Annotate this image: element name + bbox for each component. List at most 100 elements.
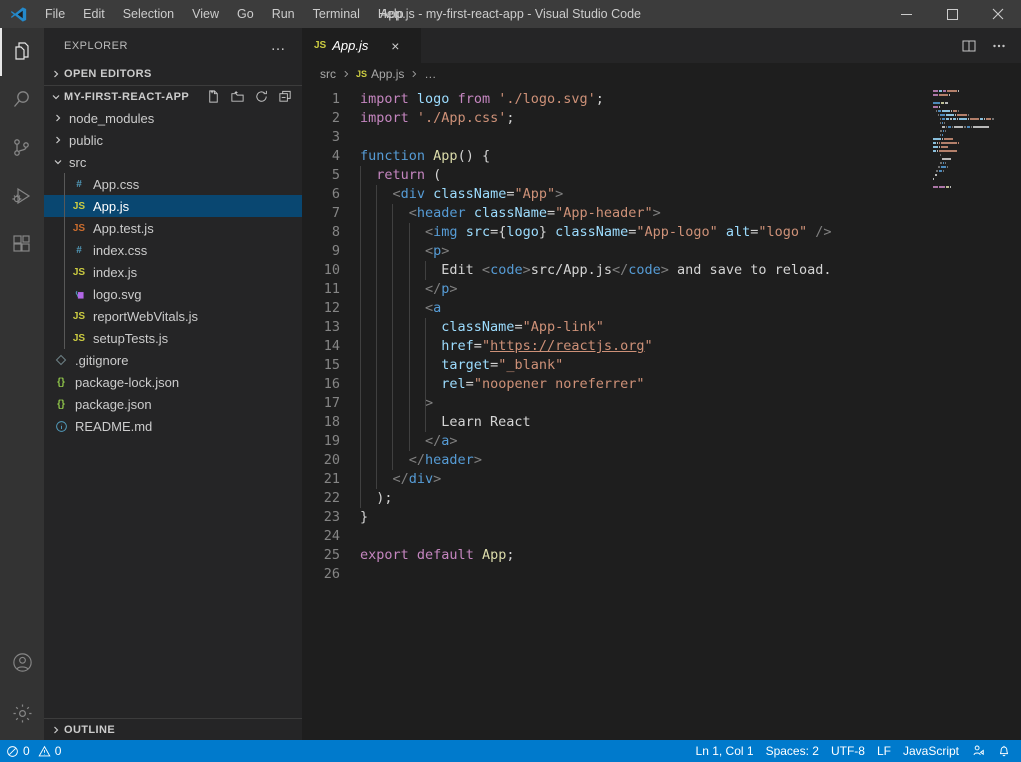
tree-file-.gitignore[interactable]: .gitignore: [44, 349, 302, 371]
new-file-icon[interactable]: [202, 86, 224, 108]
tree-folder-node_modules[interactable]: node_modules: [44, 107, 302, 129]
activity-search[interactable]: [0, 76, 44, 124]
indent-guide: [424, 318, 426, 337]
indent-guide: [376, 375, 378, 394]
code-token: </: [360, 281, 442, 297]
line-number: 13: [323, 319, 340, 335]
split-editor-icon[interactable]: [955, 28, 983, 63]
minimize-icon[interactable]: [883, 0, 929, 28]
status-problems[interactable]: 0 0: [0, 740, 67, 762]
tree-file-logo.svg[interactable]: logo.svg: [44, 283, 302, 305]
indent-guide: [392, 242, 394, 261]
code-token: function: [360, 148, 426, 164]
tree-file-App.css[interactable]: # App.css: [44, 173, 302, 195]
line-number: 10: [323, 262, 340, 278]
code-token: default: [416, 547, 474, 563]
activity-explorer[interactable]: [0, 28, 44, 76]
breadcrumb-symbols[interactable]: …: [424, 67, 436, 81]
indent-guide: [64, 327, 65, 349]
tree-file-index.js[interactable]: JS index.js: [44, 261, 302, 283]
sidebar-more-actions-icon[interactable]: …: [263, 38, 295, 53]
code-token: "App-header": [555, 205, 653, 221]
code-token: from: [457, 91, 491, 107]
status-cursor-position[interactable]: Ln 1, Col 1: [690, 740, 760, 762]
code-token: code: [628, 262, 661, 278]
tree-item-label: setupTests.js: [93, 330, 169, 346]
outline-label: OUTLINE: [64, 723, 116, 736]
activity-run-debug[interactable]: [0, 172, 44, 220]
section-open-editors[interactable]: OPEN EDITORS: [44, 63, 302, 85]
tree-file-setupTests.js[interactable]: JS setupTests.js: [44, 327, 302, 349]
activity-settings[interactable]: [0, 686, 44, 740]
tree-file-package.json[interactable]: {} package.json: [44, 393, 302, 415]
line-number: 14: [323, 338, 340, 354]
tree-file-index.css[interactable]: # index.css: [44, 239, 302, 261]
more-actions-icon[interactable]: [985, 28, 1013, 63]
code-scroller[interactable]: 1 2 3 4 5 6 7 8 9 10 11 12 13 14 15 16 17 18 19 20 21 22 23 24 2…: [302, 85, 925, 740]
status-notifications[interactable]: [991, 740, 1017, 762]
tree-file-reportWebVitals.js[interactable]: JS reportWebVitals.js: [44, 305, 302, 327]
activity-extensions[interactable]: [0, 220, 44, 268]
breadcrumb-src[interactable]: src: [320, 67, 336, 81]
code-token: <: [360, 243, 434, 259]
breadcrumb-file[interactable]: App.js: [371, 67, 404, 81]
minimap-segment: [950, 118, 952, 120]
menu-edit[interactable]: Edit: [74, 0, 114, 28]
tree-file-App.test.js[interactable]: JS App.test.js: [44, 217, 302, 239]
tree-file-App.js[interactable]: JS App.js: [44, 195, 302, 217]
tree-folder-public[interactable]: public: [44, 129, 302, 151]
status-eol[interactable]: LF: [871, 740, 897, 762]
minimap-segment: [939, 106, 940, 108]
line-number: 11: [323, 281, 340, 297]
code-line: </div>: [360, 470, 925, 489]
error-icon: [6, 745, 19, 758]
section-outline[interactable]: OUTLINE: [44, 718, 302, 740]
minimap-segment: [992, 118, 994, 120]
account-icon: [11, 651, 34, 674]
tree-file-package-lock.json[interactable]: {} package-lock.json: [44, 371, 302, 393]
activity-accounts[interactable]: [0, 638, 44, 686]
status-bar: 0 0 Ln 1, Col 1 Spaces: 2 UTF-8 LF JavaS…: [0, 740, 1021, 762]
code-content[interactable]: import logo from './logo.svg'; import './…: [360, 85, 925, 740]
status-feedback[interactable]: [965, 740, 991, 762]
status-indentation[interactable]: Spaces: 2: [760, 740, 825, 762]
status-encoding[interactable]: UTF-8: [825, 740, 871, 762]
code-token: "App": [514, 186, 556, 202]
menu-view[interactable]: View: [183, 0, 228, 28]
menu-help[interactable]: Help: [369, 0, 413, 28]
menu-file[interactable]: File: [36, 0, 74, 28]
minimap-segment: [939, 90, 942, 92]
menu-go[interactable]: Go: [228, 0, 263, 28]
code-token: =: [546, 205, 556, 221]
activity-source-control[interactable]: [0, 124, 44, 172]
maximize-icon[interactable]: [929, 0, 975, 28]
tree-folder-src[interactable]: src: [44, 151, 302, 173]
section-folder[interactable]: MY-FIRST-REACT-APP: [44, 85, 302, 107]
tab-app-js[interactable]: JS App.js ×: [302, 28, 422, 63]
collapse-all-icon[interactable]: [274, 86, 296, 108]
tree-file-README.md[interactable]: README.md: [44, 415, 302, 437]
status-language-mode[interactable]: JavaScript: [897, 740, 965, 762]
code-token: App: [433, 148, 458, 164]
new-folder-icon[interactable]: [226, 86, 248, 108]
minimap-segment: [946, 126, 947, 128]
indent-guide: [376, 451, 378, 470]
refresh-icon[interactable]: [250, 86, 272, 108]
minimap-segment: [942, 138, 943, 140]
minimap-segment: [933, 138, 941, 140]
minimap-segment: [942, 126, 945, 128]
code-token: className: [555, 224, 629, 240]
menu-terminal[interactable]: Terminal: [304, 0, 369, 28]
close-icon[interactable]: ×: [386, 39, 404, 53]
minimap[interactable]: [925, 85, 1021, 740]
close-icon[interactable]: [975, 0, 1021, 28]
tab-label: App.js: [332, 38, 369, 53]
tree-item-label: App.test.js: [93, 220, 154, 236]
code-token: logo: [506, 224, 539, 240]
code-token: code: [490, 262, 523, 278]
indent-guide: [360, 204, 361, 223]
menu-selection[interactable]: Selection: [114, 0, 183, 28]
menu-run[interactable]: Run: [263, 0, 304, 28]
